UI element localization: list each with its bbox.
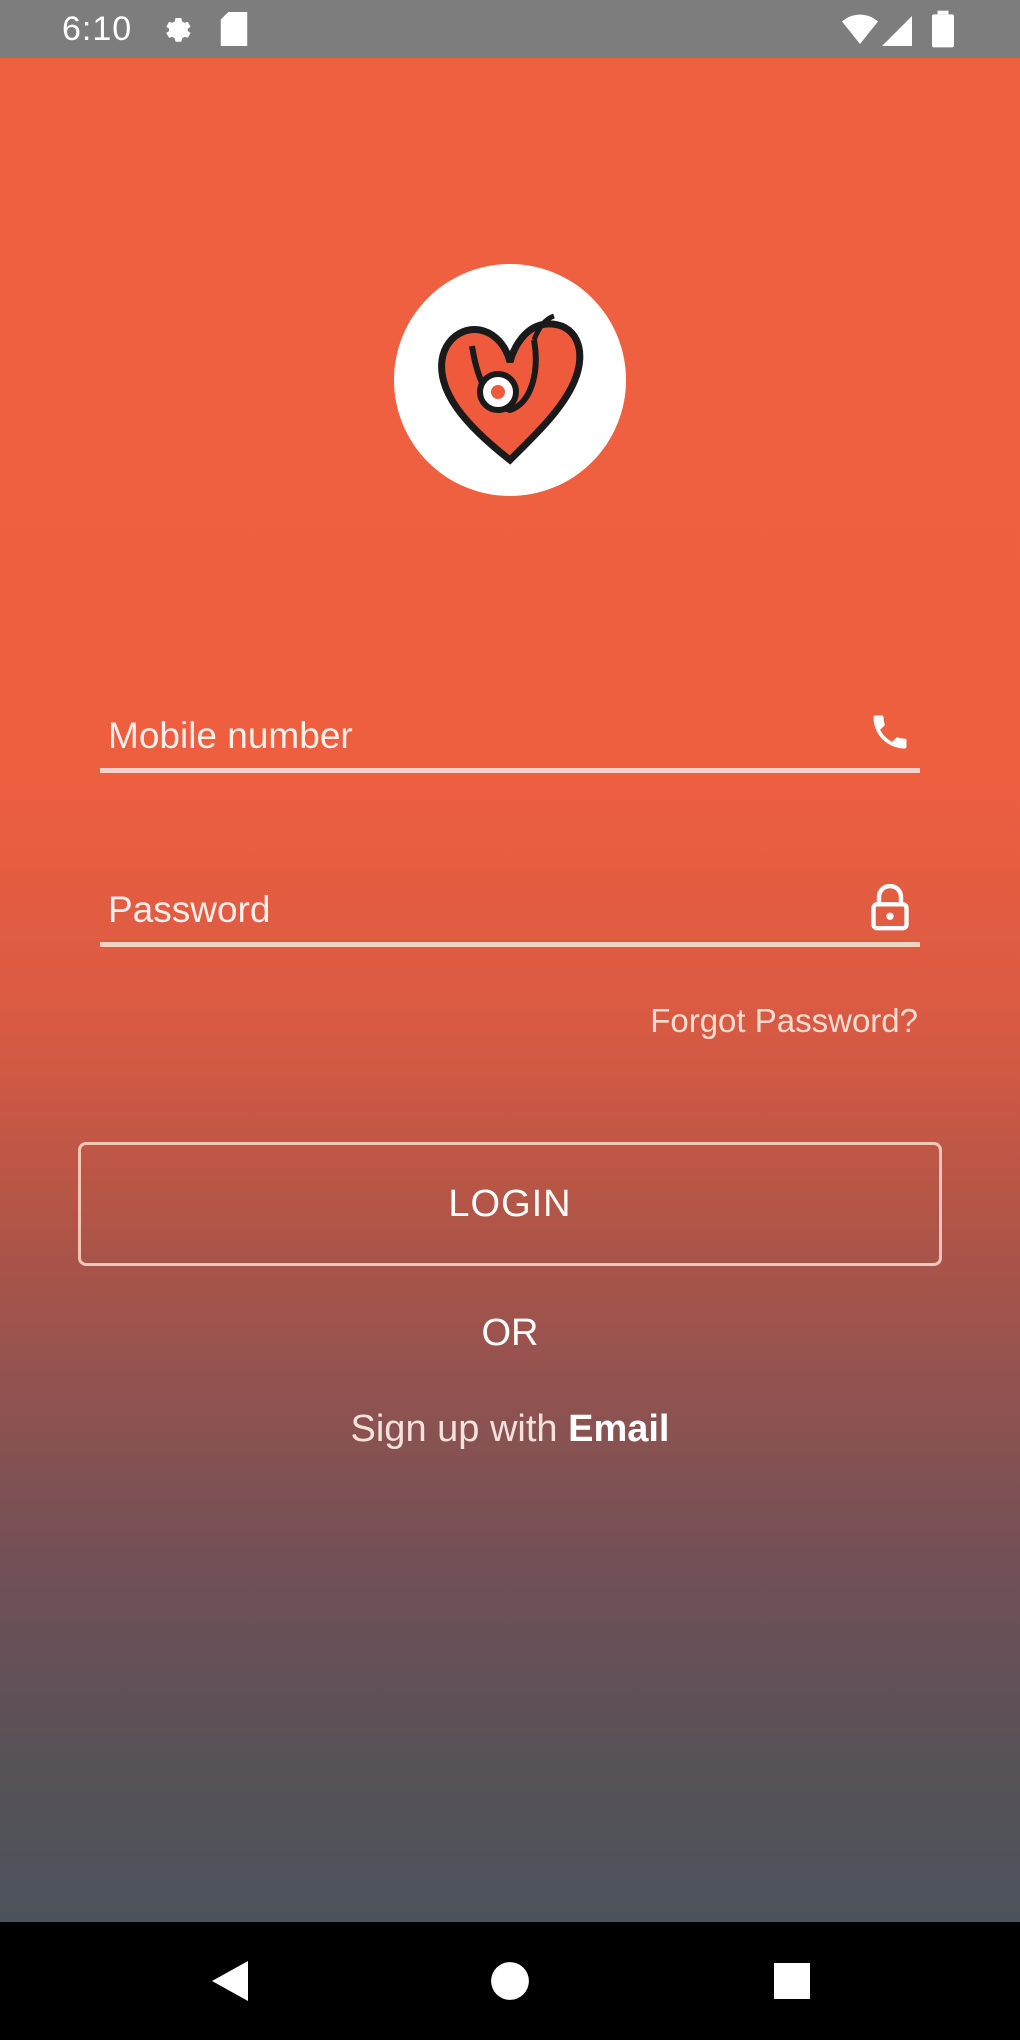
login-panel: Forgot Password? LOGIN OR Sign up with E… [0, 58, 1020, 1922]
app-screen: 6:10 Mobile number Forgot Password? LOGI… [0, 0, 1020, 2040]
phone-icon [868, 710, 912, 759]
password-input[interactable] [108, 882, 848, 938]
signup-prefix-text: Sign up with [350, 1408, 569, 1450]
forgot-password-link[interactable]: Forgot Password? [650, 1002, 918, 1040]
status-bar: 6:10 [0, 0, 1020, 58]
app-logo [394, 264, 626, 496]
heart-stethoscope-logo [438, 313, 584, 465]
recents-icon [774, 1963, 810, 1999]
password-field [100, 842, 920, 947]
back-button[interactable] [160, 1922, 300, 2040]
home-button[interactable] [440, 1922, 580, 2040]
settings-icon [160, 12, 194, 51]
login-button[interactable]: LOGIN [78, 1142, 942, 1266]
lock-icon [868, 883, 912, 937]
signup-email-link[interactable]: Email [568, 1408, 669, 1450]
recents-button[interactable] [722, 1922, 862, 2040]
status-time: 6:10 [62, 10, 133, 48]
sd-card-icon [220, 12, 248, 51]
mobile-number-field [100, 668, 920, 773]
signup-prompt: Sign up with Email [0, 1408, 1020, 1451]
home-icon [491, 1962, 529, 2000]
signal-icon [882, 16, 912, 51]
navigation-bar [0, 1922, 1020, 2040]
wifi-icon [842, 14, 878, 49]
or-divider-text: OR [481, 1312, 539, 1354]
battery-icon [932, 10, 954, 53]
mobile-number-input[interactable] [108, 708, 848, 764]
back-icon [212, 1961, 248, 2001]
